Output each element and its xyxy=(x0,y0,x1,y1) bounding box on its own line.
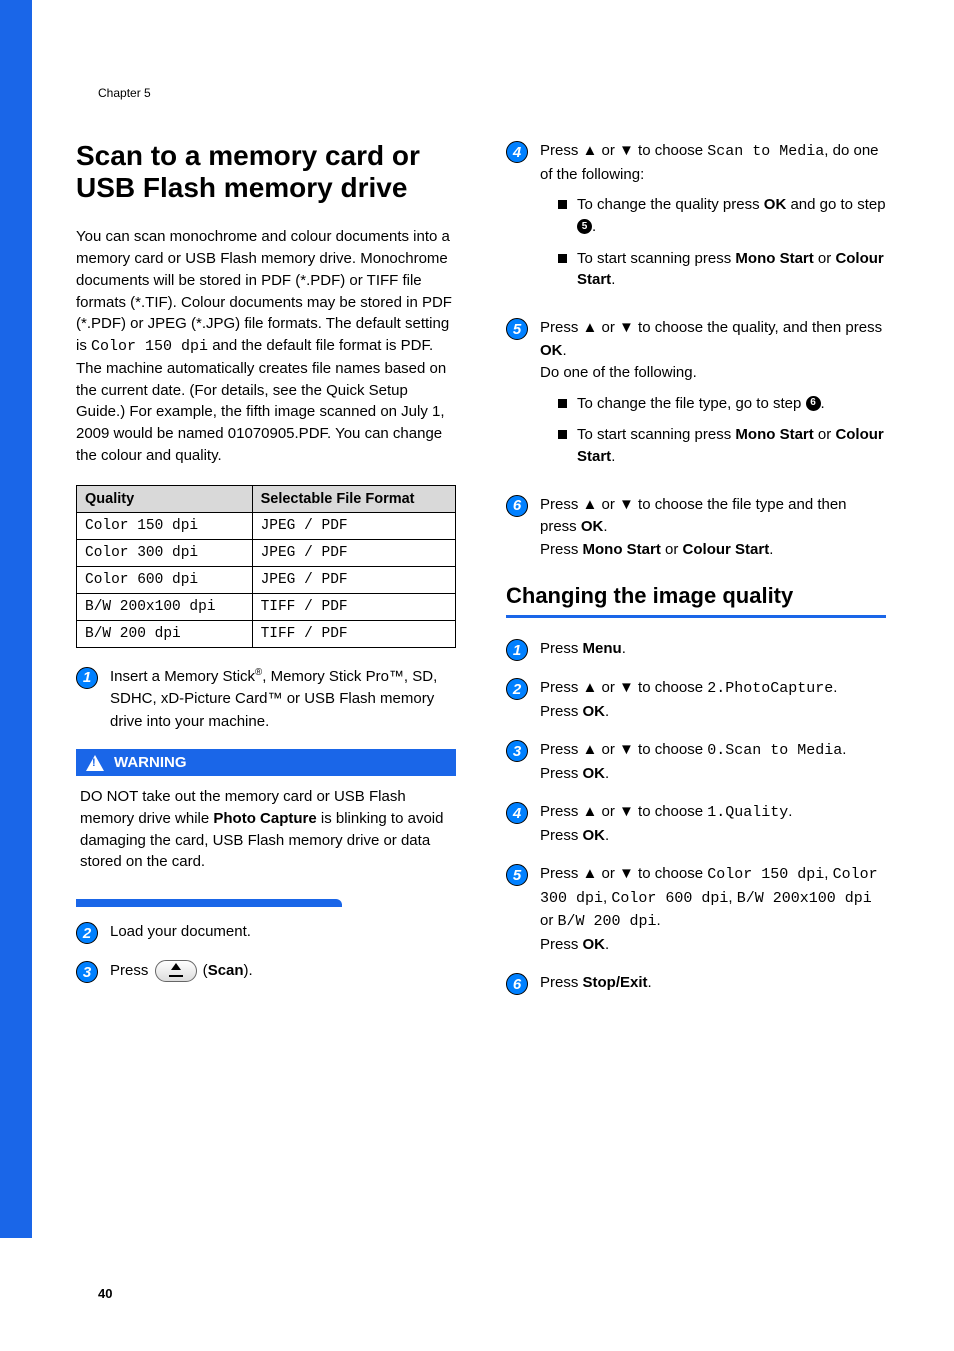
square-bullet-icon xyxy=(558,254,567,263)
scan-glyph-icon xyxy=(169,965,183,977)
change-step-2: 2 Press ▲ or ▼ to choose 2.PhotoCapture.… xyxy=(506,677,886,723)
table-header-quality: Quality xyxy=(77,485,253,512)
list-item: To start scanning press Mono Start or Co… xyxy=(558,248,886,292)
step-badge-4: 4 xyxy=(506,141,528,163)
left-column: Scan to a memory card or USB Flash memor… xyxy=(76,140,456,1011)
square-bullet-icon xyxy=(558,399,567,408)
step-badge-6: 6 xyxy=(506,973,528,995)
subsection-heading-wrap: Changing the image quality xyxy=(506,583,886,618)
heading-underline xyxy=(506,615,886,618)
change-step-5: 5 Press ▲ or ▼ to choose Color 150 dpi, … xyxy=(506,863,886,956)
intro-text-a: You can scan monochrome and colour docum… xyxy=(76,228,452,354)
list-item: To change the file type, go to step 6. xyxy=(558,393,886,415)
step-badge-1: 1 xyxy=(506,639,528,661)
chapter-label: Chapter 5 xyxy=(98,86,151,100)
step-3: 3 Press (Scan). xyxy=(76,960,456,983)
warning-label: WARNING xyxy=(114,754,187,771)
step-badge-5: 5 xyxy=(506,864,528,886)
list-item: To start scanning press Mono Start or Co… xyxy=(558,424,886,468)
step-badge-3: 3 xyxy=(76,961,98,983)
list-item: To change the quality press OK and go to… xyxy=(558,194,886,238)
step-4-bullets: To change the quality press OK and go to… xyxy=(558,194,886,291)
right-column: 4 Press ▲ or ▼ to choose Scan to Media, … xyxy=(506,140,886,1011)
intro-text-b: and the default file format is PDF. The … xyxy=(76,337,446,464)
step-2-body: Load your document. xyxy=(110,921,456,944)
warning-header: WARNING xyxy=(76,749,456,776)
warning-bottom-rule xyxy=(76,899,342,907)
step-badge-2: 2 xyxy=(506,678,528,700)
step-1-body: Insert a Memory Stick®, Memory Stick Pro… xyxy=(110,666,456,734)
warning-box: WARNING DO NOT take out the memory card … xyxy=(76,749,456,885)
table-row: B/W 200 dpiTIFF / PDF xyxy=(77,620,456,647)
step-badge-1: 1 xyxy=(76,667,98,689)
subsection-heading: Changing the image quality xyxy=(506,583,886,609)
scan-button-icon xyxy=(155,960,197,982)
table-header-format: Selectable File Format xyxy=(252,485,455,512)
step-badge-3: 3 xyxy=(506,740,528,762)
section-heading: Scan to a memory card or USB Flash memor… xyxy=(76,140,456,204)
change-step-1: 1 Press Menu. xyxy=(506,638,886,661)
change-step-4: 4 Press ▲ or ▼ to choose 1.Quality. Pres… xyxy=(506,801,886,847)
step-4: 4 Press ▲ or ▼ to choose Scan to Media, … xyxy=(506,140,886,301)
intro-paragraph: You can scan monochrome and colour docum… xyxy=(76,226,456,466)
step-5-body: Press ▲ or ▼ to choose the quality, and … xyxy=(540,317,886,478)
quality-table: Quality Selectable File Format Color 150… xyxy=(76,485,456,648)
change-step-3: 3 Press ▲ or ▼ to choose 0.Scan to Media… xyxy=(506,739,886,785)
square-bullet-icon xyxy=(558,200,567,209)
warning-text: DO NOT take out the memory card or USB F… xyxy=(76,786,456,885)
step-6: 6 Press ▲ or ▼ to choose the file type a… xyxy=(506,494,886,562)
table-row: Color 150 dpiJPEG / PDF xyxy=(77,512,456,539)
step-2: 2 Load your document. xyxy=(76,921,456,944)
step-1: 1 Insert a Memory Stick®, Memory Stick P… xyxy=(76,666,456,734)
step-badge-4: 4 xyxy=(506,802,528,824)
table-row: Color 300 dpiJPEG / PDF xyxy=(77,539,456,566)
step-ref-5: 5 xyxy=(577,219,592,234)
warning-icon xyxy=(86,755,104,771)
table-row: Color 600 dpiJPEG / PDF xyxy=(77,566,456,593)
page-content: Scan to a memory card or USB Flash memor… xyxy=(76,140,886,1011)
step-badge-6: 6 xyxy=(506,495,528,517)
step-badge-5: 5 xyxy=(506,318,528,340)
square-bullet-icon xyxy=(558,430,567,439)
step-ref-6: 6 xyxy=(806,396,821,411)
step-6-body: Press ▲ or ▼ to choose the file type and… xyxy=(540,494,886,562)
step-5-bullets: To change the file type, go to step 6. T… xyxy=(558,393,886,468)
step-3-body: Press (Scan). xyxy=(110,960,456,983)
intro-mono: Color 150 dpi xyxy=(91,338,208,355)
change-step-6: 6 Press Stop/Exit. xyxy=(506,972,886,995)
page-accent-bar xyxy=(0,0,32,1238)
step-4-body: Press ▲ or ▼ to choose Scan to Media, do… xyxy=(540,140,886,301)
table-row: B/W 200x100 dpiTIFF / PDF xyxy=(77,593,456,620)
step-5: 5 Press ▲ or ▼ to choose the quality, an… xyxy=(506,317,886,478)
page-number: 40 xyxy=(98,1286,112,1301)
step-badge-2: 2 xyxy=(76,922,98,944)
